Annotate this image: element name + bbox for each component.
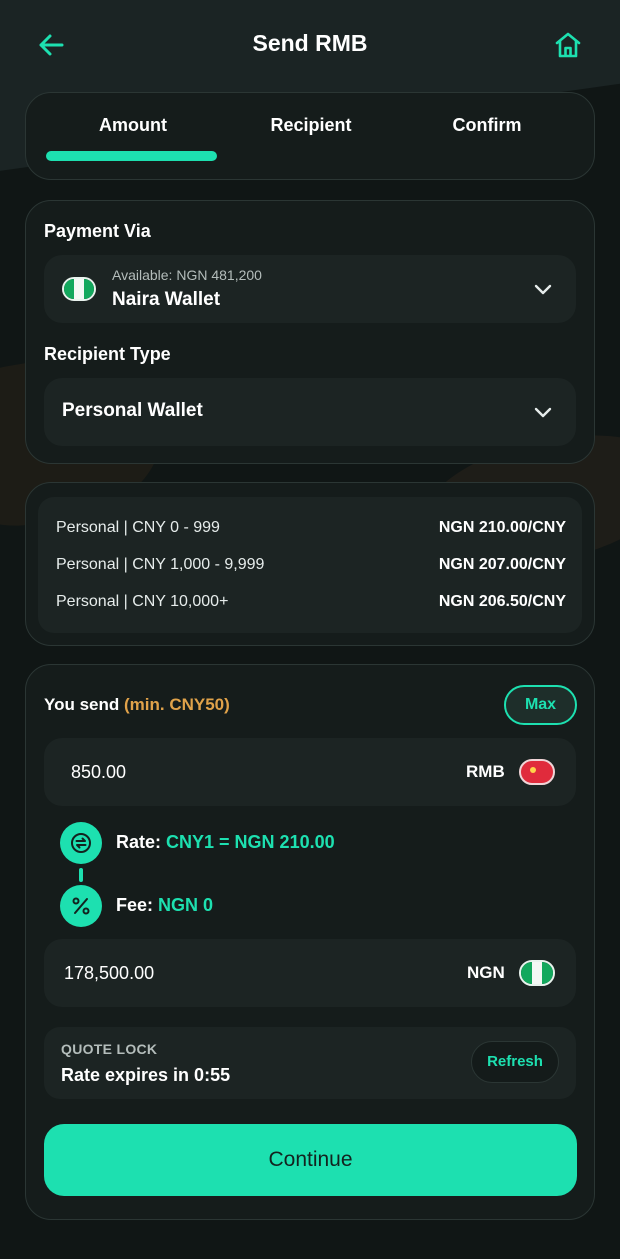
send-currency-code: RMB bbox=[466, 762, 505, 781]
nigeria-flag-icon bbox=[62, 277, 96, 301]
rate-tier: Personal | CNY 10,000+ bbox=[56, 593, 229, 610]
minimum-amount: (min. CNY50) bbox=[123, 695, 230, 714]
receive-amount-value: 178,500.00 bbox=[64, 963, 155, 983]
rate-value: NGN 210.00/CNY bbox=[438, 519, 566, 536]
nigeria-flag-icon bbox=[519, 960, 555, 986]
wallet-name: Naira Wallet bbox=[112, 289, 221, 310]
send-card: You send (min. CNY50) Max 850.00 RMB Rat… bbox=[25, 664, 595, 1220]
receive-amount-input[interactable]: 178,500.00 NGN bbox=[44, 939, 576, 1007]
step-tabs: Amount Recipient Confirm bbox=[25, 92, 595, 180]
rate-value: NGN 207.00/CNY bbox=[438, 556, 566, 573]
rate-row: Personal | CNY 0 - 999 NGN 210.00/CNY bbox=[56, 517, 566, 539]
active-tab-indicator bbox=[46, 151, 217, 161]
refresh-button[interactable]: Refresh bbox=[471, 1041, 559, 1083]
rate-row: Personal | CNY 1,000 - 9,999 NGN 207.00/… bbox=[56, 554, 566, 576]
china-flag-icon bbox=[519, 759, 555, 785]
recipient-type-select[interactable]: Personal Wallet bbox=[44, 378, 576, 446]
exchange-icon bbox=[60, 822, 102, 864]
quote-lock-label: QUOTE LOCK bbox=[61, 1041, 158, 1057]
rate-tier: Personal | CNY 1,000 - 9,999 bbox=[56, 556, 265, 573]
max-button[interactable]: Max bbox=[504, 685, 577, 725]
home-icon[interactable] bbox=[553, 30, 583, 60]
recipient-type-value: Personal Wallet bbox=[62, 400, 203, 421]
recipient-type-label: Recipient Type bbox=[44, 344, 171, 364]
rate-value: NGN 206.50/CNY bbox=[438, 593, 566, 610]
rate-expiry-text: Rate expires in 0:55 bbox=[61, 1065, 231, 1085]
rate-label: Rate: bbox=[116, 832, 162, 852]
fee-value: NGN 0 bbox=[158, 895, 214, 915]
available-balance: Available: NGN 481,200 bbox=[112, 267, 262, 283]
chevron-down-icon bbox=[532, 278, 554, 300]
header: Send RMB bbox=[0, 0, 620, 90]
payment-via-label: Payment Via bbox=[44, 221, 151, 241]
page-title: Send RMB bbox=[252, 30, 368, 56]
tab-amount[interactable]: Amount bbox=[48, 115, 218, 136]
send-amount-value: 850.00 bbox=[71, 762, 127, 782]
rate-row: Personal | CNY 10,000+ NGN 206.50/CNY bbox=[56, 591, 566, 613]
chevron-down-icon bbox=[532, 401, 554, 423]
fee-label: Fee: bbox=[116, 895, 154, 915]
rate-value: CNY1 = NGN 210.00 bbox=[166, 832, 335, 852]
tab-recipient[interactable]: Recipient bbox=[226, 115, 396, 136]
receive-currency-code: NGN bbox=[467, 963, 505, 982]
send-amount-input[interactable]: 850.00 RMB bbox=[44, 738, 576, 806]
continue-button[interactable]: Continue bbox=[44, 1124, 577, 1196]
connector-line bbox=[79, 868, 83, 882]
rate-info: Rate: CNY1 = NGN 210.00 bbox=[116, 832, 335, 853]
payment-wallet-select[interactable]: Available: NGN 481,200 Naira Wallet bbox=[44, 255, 576, 323]
payment-card: Payment Via Available: NGN 481,200 Naira… bbox=[25, 200, 595, 464]
fee-info: Fee: NGN 0 bbox=[116, 895, 213, 916]
rates-card: Personal | CNY 0 - 999 NGN 210.00/CNY Pe… bbox=[25, 482, 595, 646]
tab-confirm[interactable]: Confirm bbox=[402, 115, 572, 136]
you-send-label: You send (min. CNY50) bbox=[44, 695, 230, 715]
you-send-text: You send bbox=[44, 695, 120, 714]
quote-lock-box: QUOTE LOCK Rate expires in 0:55 Refresh bbox=[44, 1027, 576, 1099]
rate-table: Personal | CNY 0 - 999 NGN 210.00/CNY Pe… bbox=[38, 497, 582, 633]
percent-icon bbox=[60, 885, 102, 927]
rate-tier: Personal | CNY 0 - 999 bbox=[56, 519, 220, 536]
